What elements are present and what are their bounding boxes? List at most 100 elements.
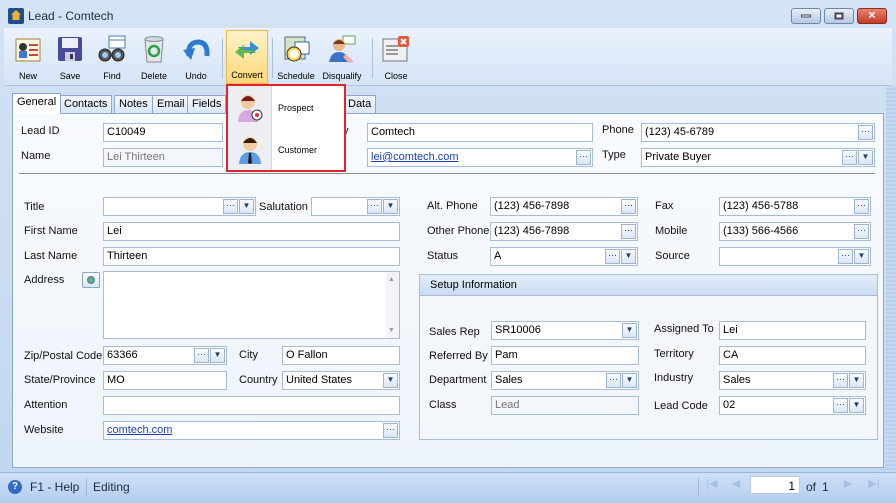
fax-field[interactable]: (123) 456-5788 ···: [719, 197, 871, 216]
last-name-label: Last Name: [24, 250, 78, 262]
country-dropdown-button[interactable]: ▼: [383, 373, 398, 388]
convert-to-prospect-item[interactable]: Prospect: [228, 88, 344, 128]
alt-phone-lookup-button[interactable]: ···: [621, 199, 636, 214]
zip-select[interactable]: 63366 ··· ▼: [103, 346, 227, 365]
general-panel: Lead ID C10049 Name Lei Thirteen y Comte…: [12, 113, 884, 468]
department-select[interactable]: Sales ··· ▼: [491, 371, 639, 390]
tab-general[interactable]: General: [12, 93, 62, 114]
help-text[interactable]: F1 - Help: [30, 480, 79, 494]
lead-code-lookup-button[interactable]: ···: [833, 398, 848, 413]
salutation-label: Salutation: [259, 201, 308, 213]
zip-lookup-button[interactable]: ···: [194, 348, 209, 363]
tab-data[interactable]: Data: [343, 95, 377, 114]
undo-button[interactable]: Undo: [174, 30, 218, 84]
sales-rep-select[interactable]: SR10006 ▼: [491, 321, 639, 340]
type-lookup-button[interactable]: ···: [842, 150, 857, 165]
tab-contacts[interactable]: Contacts: [59, 95, 113, 114]
page-number-input[interactable]: 1: [750, 476, 800, 494]
lead-id-field[interactable]: C10049: [103, 123, 223, 142]
type-select[interactable]: Private Buyer ··· ▼: [641, 148, 875, 167]
fax-lookup-button[interactable]: ···: [854, 199, 869, 214]
state-label: State/Province: [24, 374, 96, 386]
title-select[interactable]: ··· ▼: [103, 197, 256, 216]
minimize-button[interactable]: [791, 8, 821, 24]
assigned-to-field[interactable]: Lei: [719, 321, 866, 340]
disqualify-person-icon: [329, 35, 356, 63]
department-lookup-button[interactable]: ···: [606, 373, 621, 388]
type-dropdown-button[interactable]: ▼: [858, 150, 873, 165]
status-lookup-button[interactable]: ···: [605, 249, 620, 264]
salutation-lookup-button[interactable]: ···: [367, 199, 382, 214]
convert-button[interactable]: Convert: [226, 30, 268, 84]
close-label: Close: [384, 71, 408, 81]
name-field[interactable]: Lei Thirteen: [103, 148, 223, 167]
country-select[interactable]: United States ▼: [282, 371, 400, 390]
phone-field[interactable]: (123) 45-6789 ···: [641, 123, 875, 142]
binoculars-icon: [98, 35, 126, 62]
title-lookup-button[interactable]: ···: [223, 199, 238, 214]
zip-dropdown-button[interactable]: ▼: [210, 348, 225, 363]
salutation-select[interactable]: ··· ▼: [311, 197, 400, 216]
close-window-button[interactable]: ✕: [857, 8, 887, 24]
tab-notes[interactable]: Notes: [114, 95, 153, 114]
first-page-icon[interactable]: |◀: [704, 477, 720, 493]
address-label: Address: [24, 274, 65, 286]
tab-email[interactable]: Email: [152, 95, 190, 114]
schedule-button[interactable]: Schedule: [274, 30, 318, 84]
help-icon[interactable]: ?: [8, 480, 22, 494]
alt-phone-field[interactable]: (123) 456-7898 ···: [490, 197, 638, 216]
other-phone-lookup-button[interactable]: ···: [621, 224, 636, 239]
lead-code-select[interactable]: 02 ··· ▼: [719, 396, 866, 415]
status-mode: Editing: [93, 480, 130, 494]
website-lookup-button[interactable]: ···: [383, 423, 398, 438]
salutation-dropdown-button[interactable]: ▼: [383, 199, 398, 214]
territory-field[interactable]: CA: [719, 346, 866, 365]
city-field[interactable]: O Fallon: [282, 346, 400, 365]
email-lookup-button[interactable]: ···: [576, 150, 591, 165]
next-page-icon[interactable]: ▶: [840, 477, 856, 493]
fax-label: Fax: [655, 200, 674, 212]
last-name-field[interactable]: Thirteen: [103, 247, 400, 266]
state-field[interactable]: MO: [103, 371, 227, 390]
source-dropdown-button[interactable]: ▼: [854, 249, 869, 264]
status-dropdown-button[interactable]: ▼: [621, 249, 636, 264]
maximize-button[interactable]: [824, 8, 854, 24]
company-field[interactable]: Comtech: [367, 123, 593, 142]
disqualify-button[interactable]: Disqualify: [320, 30, 364, 84]
address-scrollbar[interactable]: ▲ ▼: [386, 272, 399, 338]
status-select[interactable]: A ··· ▼: [490, 247, 638, 266]
referred-by-field[interactable]: Pam: [491, 346, 639, 365]
phone-lookup-button[interactable]: ···: [858, 125, 873, 140]
department-dropdown-button[interactable]: ▼: [622, 373, 637, 388]
title-dropdown-button[interactable]: ▼: [239, 199, 254, 214]
email-link[interactable]: lei@comtech.com: [371, 151, 459, 163]
email-field[interactable]: lei@comtech.com ···: [367, 148, 593, 167]
convert-to-customer-item[interactable]: Customer: [228, 130, 344, 170]
class-field[interactable]: Lead: [491, 396, 639, 415]
industry-dropdown-button[interactable]: ▼: [849, 373, 864, 388]
address-textarea[interactable]: ▲ ▼: [103, 271, 400, 339]
previous-page-icon[interactable]: ◀: [728, 477, 744, 493]
city-label: City: [239, 349, 258, 361]
industry-select[interactable]: Sales ··· ▼: [719, 371, 866, 390]
industry-lookup-button[interactable]: ···: [833, 373, 848, 388]
attention-field[interactable]: [103, 396, 400, 415]
zip-label: Zip/Postal Code: [24, 350, 103, 362]
other-phone-field[interactable]: (123) 456-7898 ···: [490, 222, 638, 241]
tab-fields[interactable]: Fields: [187, 95, 227, 114]
globe-icon: [87, 276, 95, 284]
recycle-bin-icon: [144, 36, 164, 63]
mobile-lookup-button[interactable]: ···: [854, 224, 869, 239]
website-field[interactable]: comtech.com ···: [103, 421, 400, 440]
source-select[interactable]: ··· ▼: [719, 247, 871, 266]
first-name-field[interactable]: Lei: [103, 222, 400, 241]
website-link[interactable]: comtech.com: [107, 424, 172, 436]
sales-rep-dropdown-button[interactable]: ▼: [622, 323, 637, 338]
lead-code-dropdown-button[interactable]: ▼: [849, 398, 864, 413]
close-button[interactable]: Close: [374, 30, 418, 84]
address-map-button[interactable]: [82, 272, 100, 288]
last-page-icon[interactable]: ▶|: [866, 477, 882, 493]
mobile-field[interactable]: (133) 566-4566 ···: [719, 222, 871, 241]
class-label: Class: [429, 399, 457, 411]
source-lookup-button[interactable]: ···: [838, 249, 853, 264]
